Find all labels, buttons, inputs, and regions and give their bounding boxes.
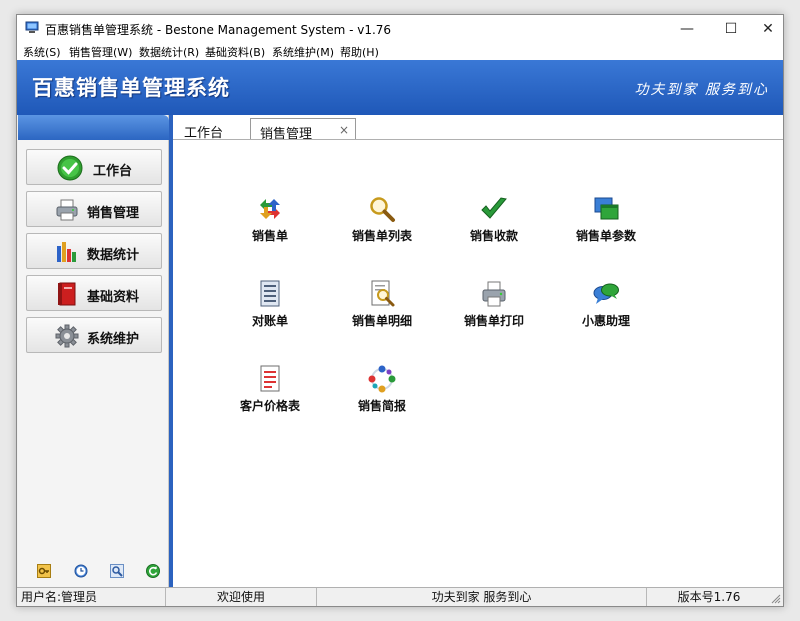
resize-grip-icon[interactable] [771,594,781,604]
sidebar-toolbar [18,561,169,581]
tab-close-icon[interactable]: × [339,123,349,137]
status-slogan: 功夫到家 服务到心 [317,588,647,606]
grid-item-sales-order-params[interactable]: 销售单参数 [551,195,661,255]
gear-icon [55,324,79,348]
grid-item-label: 销售单打印 [463,314,524,328]
printer-icon [56,199,78,221]
document-icon [260,280,280,307]
grid-item-label: 对账单 [251,314,288,328]
grid-item-label: 销售单参数 [575,229,636,243]
sidebar-item-label: 系统维护 [87,332,140,347]
minimize-button[interactable]: — [665,15,709,43]
bar-chart-icon [57,242,76,262]
sidebar-item-workbench[interactable]: 工作台 [26,149,162,185]
recycle-arrows-icon [260,199,280,219]
grid-item-label: 客户价格表 [239,399,300,413]
chat-bubbles-icon [593,283,619,304]
grid-item-label: 销售收款 [469,229,518,243]
sidebar-item-sales[interactable]: 销售管理 [26,191,162,227]
menu-help[interactable]: 帮助(H) [340,44,379,60]
window-stack-icon [594,197,619,220]
sidebar-item-basic-data[interactable]: 基础资料 [26,275,162,311]
banner-slogan: 功夫到家 服务到心 [634,82,769,98]
menu-basic-data[interactable]: 基础资料(B) [205,44,265,60]
menu-statistics[interactable]: 数据统计(R) [139,44,199,60]
grid-item-assistant[interactable]: 小惠助理 [551,280,661,340]
grid-item-sales-receipt[interactable]: 销售收款 [439,195,549,255]
sidebar-item-statistics[interactable]: 数据统计 [26,233,162,269]
menu-bar: 系统(S) 销售管理(W) 数据统计(R) 基础资料(B) 系统维护(M) 帮助… [17,43,783,60]
grid-item-sales-order-detail[interactable]: 销售单明细 [327,280,437,340]
close-button[interactable]: ✕ [753,15,783,43]
tab-underline [173,139,783,140]
clock-icon[interactable] [74,564,88,578]
grid-item-label: 销售简报 [357,399,406,413]
sidebar-item-label: 基础资料 [87,290,140,305]
document-search-icon [371,280,395,307]
book-icon [58,282,76,306]
grid-item-statement[interactable]: 对账单 [215,280,325,340]
sidebar-item-label: 工作台 [93,164,133,179]
grid-item-label: 销售单明细 [351,314,412,328]
header-banner: 百惠销售单管理系统 功夫到家 服务到心 [17,60,783,115]
grid-item-label: 小惠助理 [581,314,630,328]
grid-item-sales-brief[interactable]: 销售简报 [327,365,437,425]
tab-sales-management[interactable]: 销售管理 × [250,118,356,142]
maximize-button[interactable]: ☐ [709,15,753,43]
status-welcome: 欢迎使用 [166,588,317,606]
menu-maintenance[interactable]: 系统维护(M) [272,44,334,60]
refresh-icon[interactable] [146,564,160,578]
sidebar-item-label: 数据统计 [87,248,140,263]
sidebar-header [18,115,169,140]
sidebar: 工作台 销售管理 数据统计 基础资料 系统维护 [18,115,169,587]
status-bar: 用户名:管理员 欢迎使用 功夫到家 服务到心 版本号1.76 [17,587,783,606]
key-icon[interactable] [37,564,51,578]
title-bar[interactable]: 百惠销售单管理系统 - Bestone Management System - … [17,15,783,43]
grid-item-sales-order-print[interactable]: 销售单打印 [439,280,549,340]
checkmark-icon [481,197,507,219]
computer-icon [25,21,39,33]
sidebar-item-label: 销售管理 [87,206,140,221]
search-icon[interactable] [110,564,124,578]
app-window: 百惠销售单管理系统 - Bestone Management System - … [16,14,784,607]
printer-icon [482,281,506,307]
grid-item-sales-order-list[interactable]: 销售单列表 [327,195,437,255]
grid-item-label: 销售单列表 [351,229,412,243]
price-list-icon [260,365,280,392]
banner-title: 百惠销售单管理系统 [32,76,230,100]
check-circle-icon [57,155,83,181]
window-title: 百惠销售单管理系统 - Bestone Management System - … [45,23,392,37]
grid-item-customer-price-list[interactable]: 客户价格表 [215,365,325,425]
status-user: 用户名:管理员 [17,588,166,606]
sidebar-item-maintenance[interactable]: 系统维护 [26,317,162,353]
menu-system[interactable]: 系统(S) [23,44,61,60]
main-content: 工作台 销售管理 × 销售单 销售单列表 销售收款 销售单参数 对账单 销售单明… [173,115,783,587]
status-version: 版本号1.76 [677,590,741,604]
grid-item-label: 销售单 [251,229,288,243]
menu-sales[interactable]: 销售管理(W) [69,44,132,60]
magnifier-icon [370,197,395,222]
circle-report-icon [368,365,396,393]
grid-item-sales-order[interactable]: 销售单 [215,195,325,255]
